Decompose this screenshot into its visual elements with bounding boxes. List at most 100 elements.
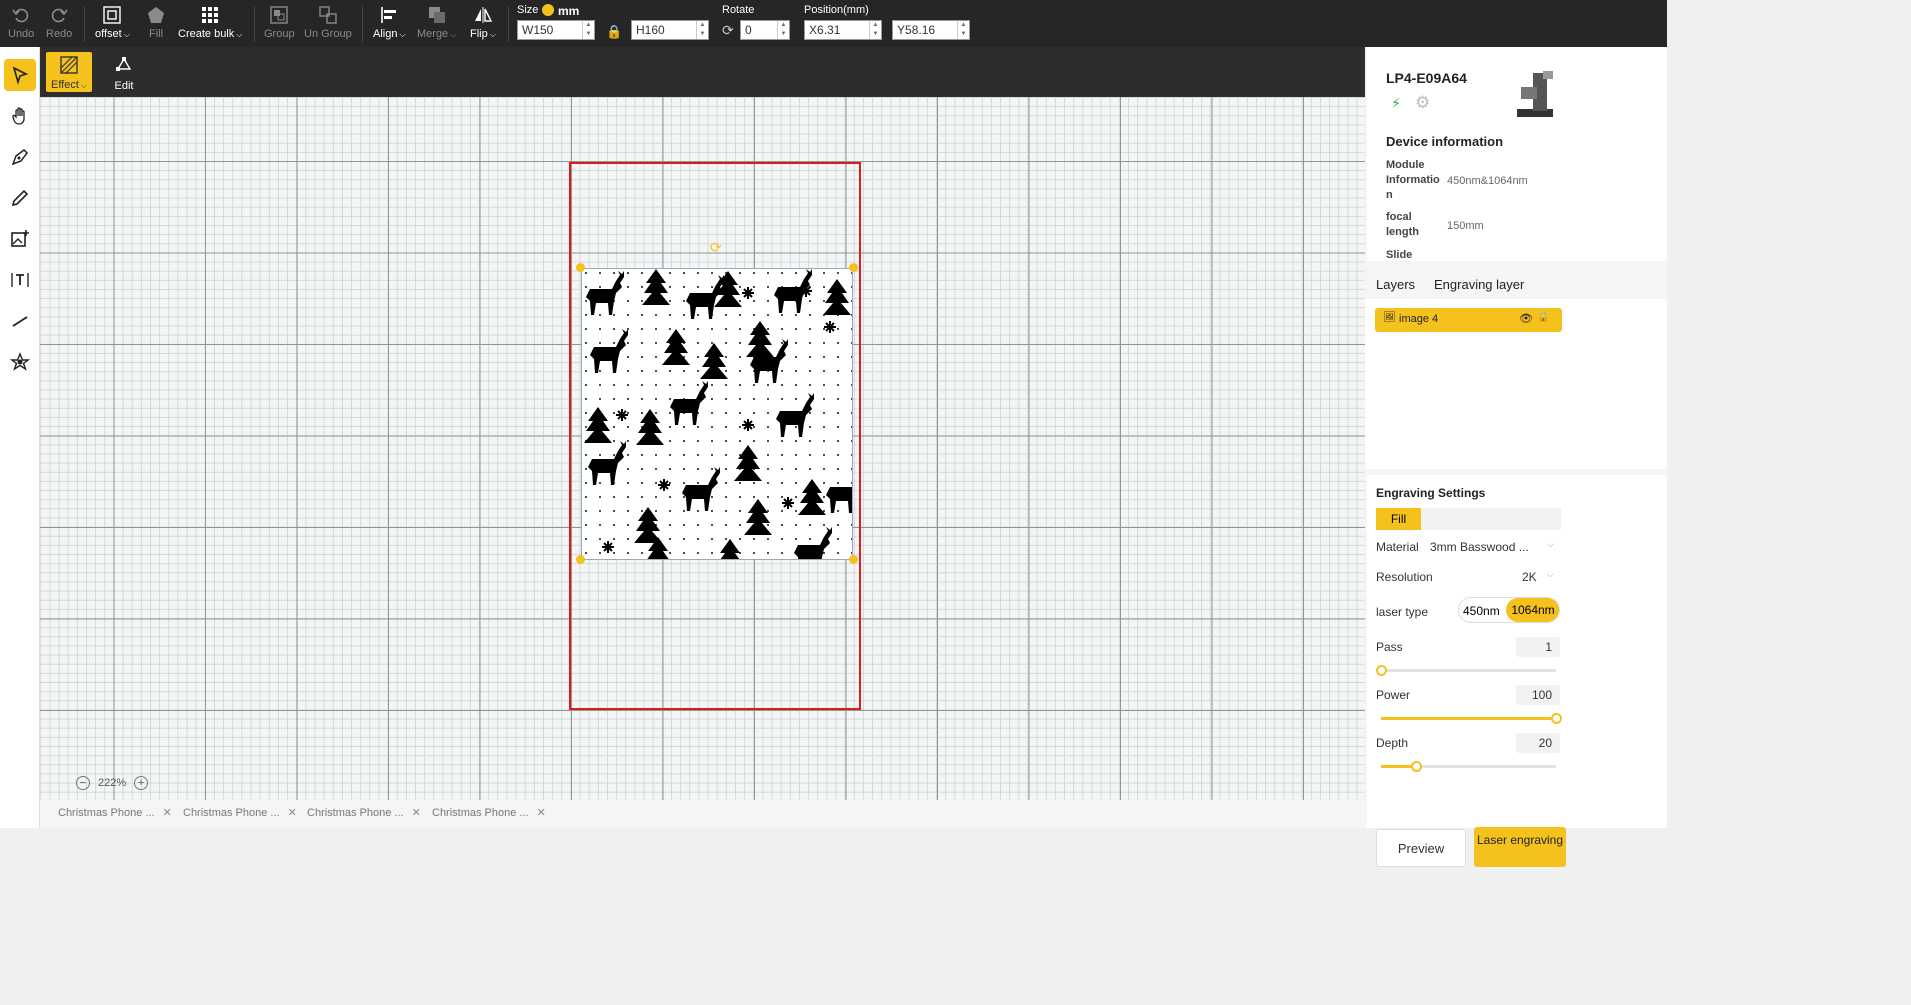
align-button[interactable]: Align ⌵ [373,4,406,44]
resolution-select[interactable]: 2K [1522,570,1537,584]
fill-mode-tab[interactable]: Fill [1376,508,1421,530]
group-icon [269,4,289,26]
height-field[interactable]: H160 ▲ ▼ [631,20,709,40]
file-tab[interactable]: Christmas Phone ... ✕ [307,806,421,819]
create-bulk-button[interactable]: Create bulk ⌵ [178,4,242,44]
stepper-icon[interactable]: ▲ ▼ [869,21,881,39]
add-image-icon [11,230,29,247]
hatch-icon [60,56,78,77]
divider [362,6,363,42]
pass-label: Pass [1376,640,1403,654]
ungroup-button[interactable]: Un Group [304,4,352,44]
pass-input[interactable]: 1 [1516,637,1560,657]
tab-engraving-layer[interactable]: Engraving layer [1434,277,1524,292]
stepper-icon[interactable]: ▲ ▼ [582,21,594,39]
unit-toggle-icon[interactable] [542,4,554,16]
effect-button[interactable]: Effect ⌵ [46,52,92,92]
pen-tool[interactable] [4,141,36,173]
file-tab[interactable]: Christmas Phone ... ✕ [58,806,172,819]
right-panel: LP4-E09A64 ⚡ ⚙ Device information Module… [1365,47,1667,867]
power-input[interactable]: 100 [1516,685,1560,705]
design-canvas[interactable]: ⟳ − 222% + [40,97,1365,800]
pentagon-icon [146,4,166,26]
device-card: LP4-E09A64 ⚡ ⚙ Device information Module… [1367,47,1667,261]
tab-layers[interactable]: Layers [1376,277,1415,292]
power-slider[interactable] [1381,713,1562,724]
chevron-down-icon: ⌵ [1547,539,1554,549]
text-tool[interactable] [4,264,36,296]
line-icon [12,316,28,327]
close-icon[interactable]: ✕ [412,807,421,819]
laser-device-icon [1517,71,1553,117]
stepper-icon[interactable]: ▲ ▼ [777,21,789,39]
rotate-field[interactable]: 0 ▲ ▼ [740,20,790,40]
shapes-icon [10,352,30,371]
file-tab[interactable]: Christmas Phone ... ✕ [183,806,297,819]
top-toolbar: Undo Redo offset ⌵ Fill Create bulk ⌵ Grou… [0,0,1911,47]
connected-plug-icon: ⚡ [1391,95,1401,111]
rotate-handle-icon[interactable]: ⟳ [710,239,722,256]
depth-input[interactable]: 20 [1516,733,1560,753]
line-tool[interactable] [4,305,36,337]
depth-label: Depth [1376,736,1409,750]
chevron-down-icon: ⌵ [236,30,243,39]
redo-button[interactable]: Redo [46,4,72,44]
close-icon[interactable]: ✕ [288,807,297,819]
x-position-field[interactable]: X6.31 ▲ ▼ [804,20,882,40]
material-select[interactable]: 3mm Basswood ... [1430,540,1529,554]
shape-tool[interactable] [4,346,36,378]
laser-450-option[interactable]: 450nm [1463,604,1500,618]
edit-nodes-icon [114,55,134,78]
select-tool[interactable] [4,59,36,91]
focal-label: focal length [1386,211,1419,238]
y-position-field[interactable]: Y58.16 ▲ ▼ [892,20,970,40]
close-icon[interactable]: ✕ [163,807,172,819]
resize-handle-ne[interactable] [849,263,858,272]
divider [508,6,509,42]
resize-handle-nw[interactable] [576,263,585,272]
chevron-down-icon: ⌵ [489,30,496,39]
depth-slider[interactable] [1381,761,1556,772]
eye-icon[interactable]: 👁 [1519,312,1533,325]
lock-icon[interactable]: 🔒 [606,24,622,40]
undo-icon [11,4,31,26]
chevron-down-icon: ⌵ [123,30,130,39]
file-tab[interactable]: Christmas Phone ... ✕ [432,806,546,819]
unit-label: mm [558,4,580,18]
image-icon: 🖼 [1383,312,1396,323]
stepper-icon[interactable]: ▲ ▼ [696,21,708,39]
preview-button[interactable]: Preview [1376,829,1466,867]
image-tool[interactable] [4,223,36,255]
module-label: Module Informatio n [1386,159,1440,201]
empty-area [0,828,1911,1005]
width-field[interactable]: W150 ▲ ▼ [517,20,595,40]
zoom-in-button[interactable]: + [134,776,149,790]
flip-button[interactable]: Flip ⌵ [470,4,496,44]
laser-1064-option[interactable]: 1064nm [1506,598,1559,622]
device-info-title: Device information [1386,134,1504,149]
laser-engraving-button[interactable]: Laser engraving [1474,827,1566,867]
zoom-out-button[interactable]: − [76,776,90,790]
gear-icon[interactable]: ⚙ [1415,93,1430,113]
pan-tool[interactable] [4,100,36,132]
empty-area [1667,0,1911,1005]
slider-knob[interactable] [1411,761,1422,772]
stepper-icon[interactable]: ▲ ▼ [957,21,969,39]
resize-handle-sw[interactable] [576,555,585,564]
fill-button[interactable]: Fill [146,4,166,44]
slider-knob[interactable] [1376,665,1387,676]
undo-button[interactable]: Undo [8,4,34,44]
group-button[interactable]: Group [264,4,295,44]
layer-item[interactable]: 🖼 image 4 👁 🔒 [1375,308,1562,332]
edit-button[interactable]: Edit [104,52,144,92]
slider-knob[interactable] [1551,713,1562,724]
pencil-tool[interactable] [4,182,36,214]
merge-button[interactable]: Merge ⌵ [417,4,456,44]
zoom-control: − 222% + [76,773,149,793]
close-icon[interactable]: ✕ [537,807,546,819]
resize-handle-se[interactable] [849,555,858,564]
pass-slider[interactable] [1376,665,1556,676]
christmas-deer-pattern-image[interactable] [581,268,853,560]
lock-icon[interactable]: 🔒 [1537,312,1549,323]
offset-button[interactable]: offset ⌵ [95,4,130,44]
